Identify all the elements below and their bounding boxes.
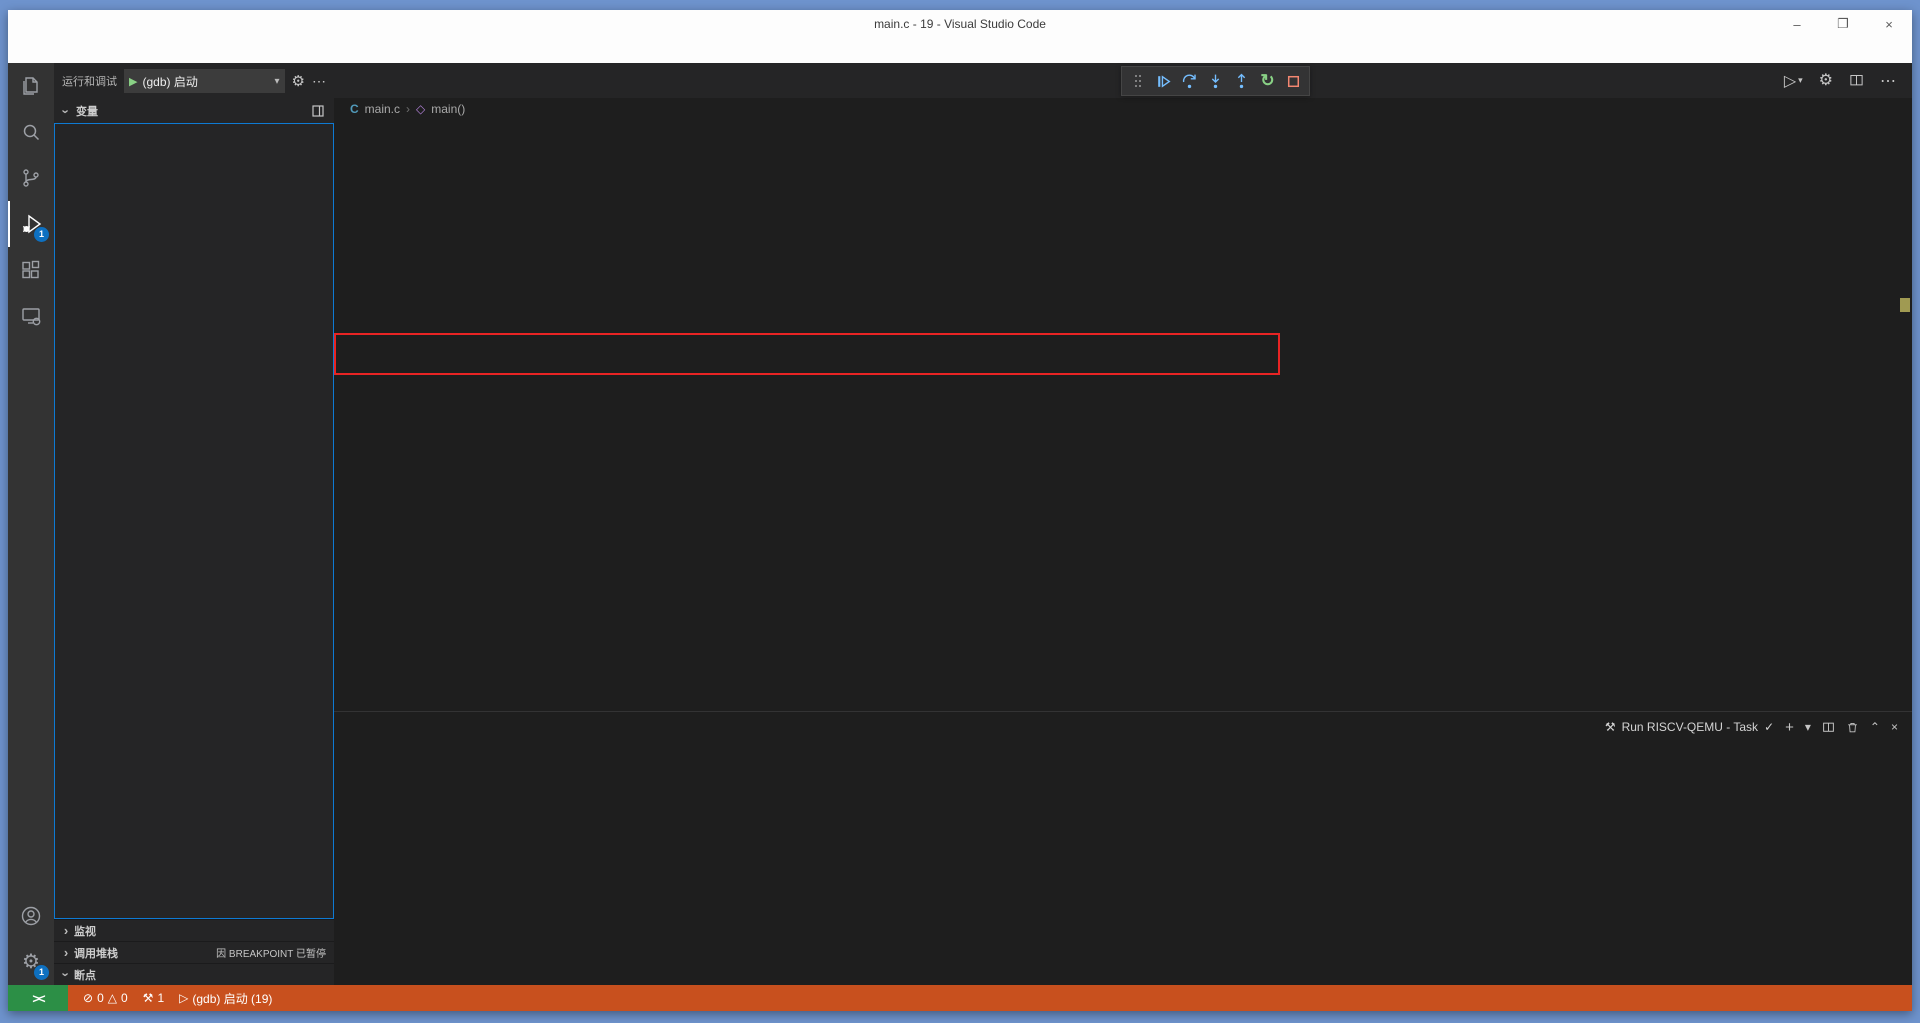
watch-section-header[interactable]: › 监视 (54, 919, 334, 941)
extensions-icon[interactable] (8, 247, 54, 293)
task-count: 1 (157, 991, 164, 1005)
c-file-icon: C (350, 102, 359, 116)
debug-session-label: (gdb) 启动 (19) (192, 990, 272, 1007)
explorer-icon[interactable] (8, 63, 54, 109)
run-or-debug-button[interactable]: ▷▾ (1784, 71, 1803, 91)
remote-indicator[interactable]: >< (8, 985, 68, 1011)
overview-ruler-mark (1900, 298, 1910, 312)
variables-title: 变量 (76, 103, 98, 119)
kill-terminal-trash-icon[interactable] (1846, 721, 1859, 734)
panel-header: ⚒ Run RISCV-QEMU - Task ✓ + ▾ ⌃ (334, 712, 1912, 742)
vscode-window: main.c - 19 - Visual Studio Code – ❐ × 1 (8, 10, 1912, 1011)
debug-sidebar-toolbar: 运行和调试 ▶ (gdb) 启动 ▾ ⚙ ⋯ (54, 63, 334, 99)
debug-settings-gear-icon[interactable]: ⚙ (292, 74, 305, 89)
more-actions-icon[interactable]: ⋯ (312, 74, 326, 88)
editor-group: ▷▾ ⚙ ⋯ (334, 63, 1912, 985)
chevron-right-icon: › (406, 102, 410, 116)
split-terminal-icon[interactable] (1822, 721, 1835, 734)
running-tasks-status[interactable]: ⚒ 1 (143, 991, 164, 1005)
symbol-icon: ◇ (416, 102, 425, 116)
terminal-output[interactable] (334, 742, 1912, 985)
task-name: Run RISCV-QEMU - Task (1622, 720, 1758, 734)
annotation-box-code (334, 333, 1280, 375)
split-editor-icon[interactable] (1849, 73, 1864, 88)
breakpoints-label: 断点 (74, 967, 96, 983)
step-out-icon[interactable] (1230, 70, 1253, 93)
titlebar: main.c - 19 - Visual Studio Code – ❐ × (8, 10, 1912, 38)
settings-gear-icon[interactable]: ⚙ 1 (8, 939, 54, 985)
search-icon[interactable] (8, 109, 54, 155)
debug-play-icon: ▷ (179, 991, 188, 1005)
toolbar-grip[interactable] (1126, 70, 1149, 93)
debug-toolbar: ↻ (1121, 66, 1310, 96)
breakpoints-section-header[interactable]: › 断点 (54, 963, 334, 985)
variables-tree (54, 123, 334, 919)
call-stack-label: 调用堆栈 (74, 945, 118, 961)
warning-icon: △ (108, 991, 117, 1005)
step-into-icon[interactable] (1204, 70, 1227, 93)
remote-explorer-icon[interactable] (8, 293, 54, 339)
run-and-debug-icon[interactable]: 1 (8, 201, 54, 247)
chevron-right-icon: › (60, 945, 72, 960)
close-panel-icon[interactable]: × (1891, 720, 1898, 734)
code-lines (334, 120, 1912, 124)
code-editor[interactable] (334, 120, 1912, 711)
breadcrumb-symbol[interactable]: main() (431, 102, 465, 116)
error-icon: ⊘ (83, 991, 93, 1005)
watch-label: 监视 (74, 923, 96, 939)
source-control-icon[interactable] (8, 155, 54, 201)
account-icon[interactable] (8, 893, 54, 939)
panel-actions: ⚒ Run RISCV-QEMU - Task ✓ + ▾ ⌃ (1605, 719, 1898, 736)
configure-gear-icon[interactable]: ⚙ (1819, 73, 1833, 89)
launch-config-value: (gdb) 启动 (142, 73, 197, 90)
workbench: 1 ⚙ 1 运行和调试 ▶ (gdb) 启动 (8, 63, 1912, 985)
bottom-panel: ⚒ Run RISCV-QEMU - Task ✓ + ▾ ⌃ (334, 711, 1912, 985)
open-view-icon[interactable] (312, 105, 324, 117)
debug-sidebar: 运行和调试 ▶ (gdb) 启动 ▾ ⚙ ⋯ › 变量 › 监视 (54, 63, 334, 985)
restart-icon[interactable]: ↻ (1256, 70, 1279, 93)
warning-count: 0 (121, 991, 128, 1005)
debug-badge: 1 (34, 227, 49, 242)
launch-config-select[interactable]: ▶ (gdb) 启动 ▾ (124, 69, 285, 93)
step-over-icon[interactable] (1178, 70, 1201, 93)
close-button[interactable]: × (1866, 10, 1912, 38)
settings-badge: 1 (34, 965, 49, 980)
stop-icon[interactable] (1282, 70, 1305, 93)
run-and-debug-label: 运行和调试 (62, 73, 117, 89)
chevron-down-icon: › (59, 105, 74, 117)
editor-actions: ▷▾ ⚙ ⋯ (1784, 63, 1912, 98)
check-icon: ✓ (1764, 720, 1774, 734)
terminal-dropdown-icon[interactable]: ▾ (1805, 720, 1811, 734)
activity-bar: 1 ⚙ 1 (8, 63, 54, 985)
debug-session-status[interactable]: ▷ (gdb) 启动 (19) (179, 990, 272, 1007)
call-stack-section-header[interactable]: › 调用堆栈 因 BREAKPOINT 已暂停 (54, 941, 334, 963)
paused-on-breakpoint-badge: 因 BREAKPOINT 已暂停 (216, 945, 326, 960)
new-terminal-icon[interactable]: + (1785, 719, 1794, 736)
tools-icon: ⚒ (1605, 720, 1616, 734)
window-controls: – ❐ × (1774, 10, 1912, 38)
minimize-button[interactable]: – (1774, 10, 1820, 38)
breadcrumb[interactable]: C main.c › ◇ main() (334, 98, 1912, 120)
chevron-down-icon: › (59, 969, 74, 981)
more-actions-icon[interactable]: ⋯ (1880, 71, 1896, 91)
variables-section-header[interactable]: › 变量 (54, 99, 334, 123)
tools-icon: ⚒ (143, 991, 154, 1005)
restore-button[interactable]: ❐ (1820, 10, 1866, 38)
error-count: 0 (97, 991, 104, 1005)
chevron-down-icon: ▾ (275, 76, 280, 87)
maximize-panel-icon[interactable]: ⌃ (1870, 720, 1880, 734)
problems-status[interactable]: ⊘ 0 △ 0 (83, 991, 128, 1005)
terminal-task-label[interactable]: ⚒ Run RISCV-QEMU - Task ✓ (1605, 720, 1774, 734)
breadcrumb-file[interactable]: main.c (365, 102, 400, 116)
continue-icon[interactable] (1152, 70, 1175, 93)
window-title: main.c - 19 - Visual Studio Code (8, 17, 1912, 31)
status-bar: >< ⊘ 0 △ 0 ⚒ 1 ▷ (gdb) 启动 (19) (8, 985, 1912, 1011)
menubar (8, 38, 1912, 63)
chevron-right-icon: › (60, 923, 72, 938)
start-debug-icon[interactable]: ▶ (129, 75, 137, 88)
